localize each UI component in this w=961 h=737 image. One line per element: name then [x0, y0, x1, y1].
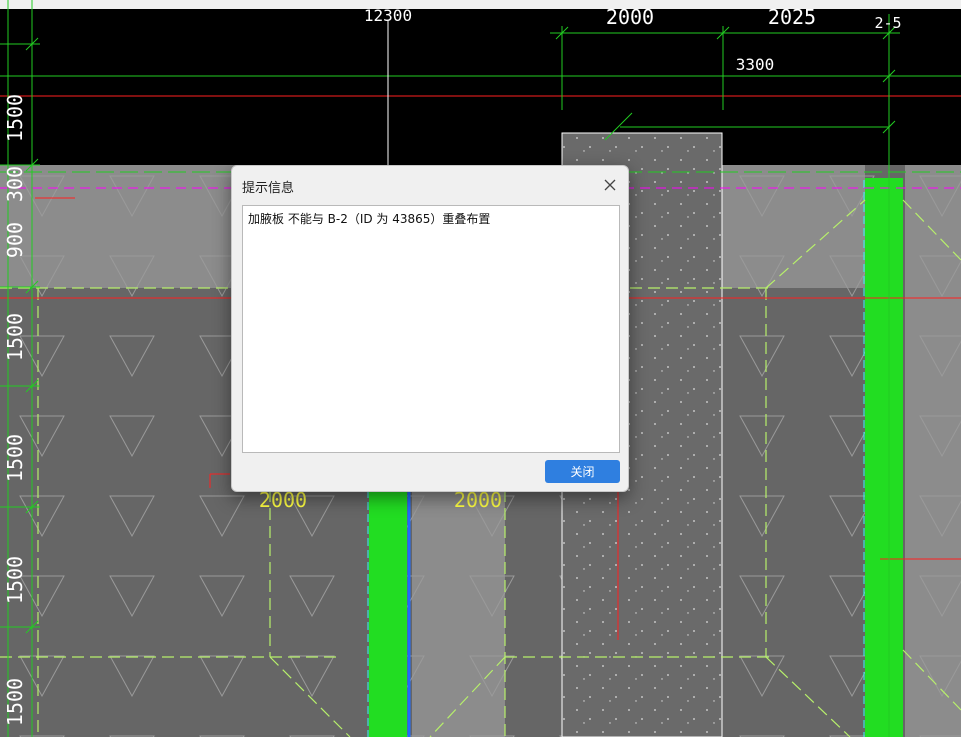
dim-left-1500-c: 1500: [3, 434, 27, 482]
dim-left-300: 300: [3, 166, 27, 202]
dialog-message-text: 加腋板 不能与 B-2（ID 为 43865）重叠布置: [248, 212, 491, 226]
green-wall-right: [865, 178, 903, 737]
dialog-title: 提示信息: [242, 181, 295, 196]
dim-left-900: 900: [3, 222, 27, 258]
close-icon: [604, 179, 616, 191]
dim-left-1500-b: 1500: [3, 313, 27, 361]
window-top-strip: [0, 0, 961, 9]
dialog-close-icon[interactable]: [600, 175, 620, 195]
dim-left-1500-e: 1500: [3, 678, 27, 726]
dialog-close-button[interactable]: 关闭: [545, 460, 620, 483]
dialog-message-box[interactable]: 加腋板 不能与 B-2（ID 为 43865）重叠布置: [242, 205, 620, 453]
info-dialog: 提示信息 加腋板 不能与 B-2（ID 为 43865）重叠布置 关闭: [231, 165, 629, 492]
dim-2000-top: 2000: [606, 5, 654, 29]
dim-2-5: 2-5: [874, 14, 901, 32]
dim-left-1500-d: 1500: [3, 556, 27, 604]
dim-left-1500-a: 1500: [3, 94, 27, 142]
dim-3300: 3300: [736, 55, 775, 74]
green-wall-mid: [369, 490, 407, 737]
dim-2025-top: 2025: [768, 5, 816, 29]
dim-12300: 12300: [364, 6, 412, 25]
